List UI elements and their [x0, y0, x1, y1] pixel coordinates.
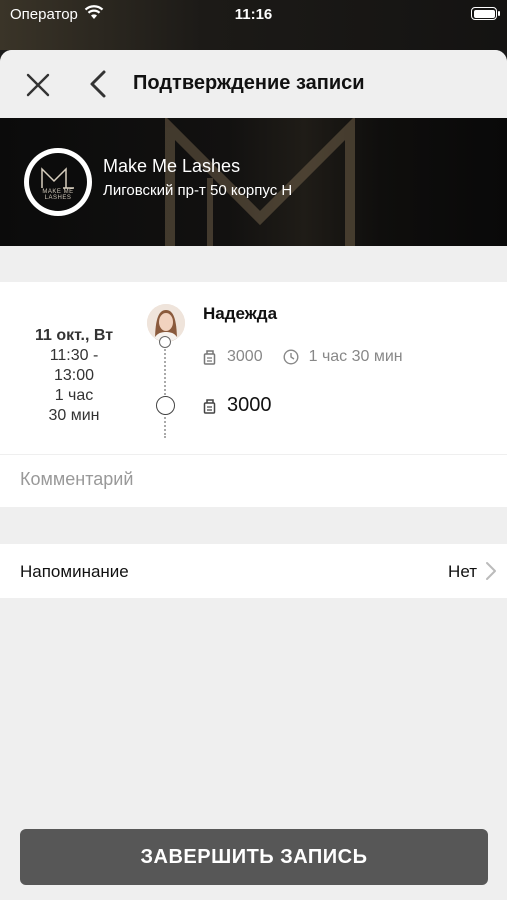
battery-icon — [471, 7, 497, 20]
timeline-line — [164, 342, 166, 438]
appointment-time-range: 11:30 - 13:00 — [49, 347, 99, 384]
studio-address: Лиговский пр-т 50 корпус Н — [103, 182, 293, 199]
comment-input[interactable] — [20, 469, 480, 490]
price-tag-icon — [203, 398, 216, 414]
clock-icon — [283, 349, 299, 365]
total-price-row: 3000 — [203, 394, 272, 417]
appointment-date: 11 окт., Вт — [34, 327, 114, 344]
comment-row — [0, 455, 507, 507]
service-duration: 1 час 30 мин — [308, 348, 403, 365]
page-title: Подтверждение записи — [133, 72, 365, 94]
appointment-date-block: 11 окт., Вт 11:30 - 13:00 1 час 30 мин — [0, 326, 148, 426]
logo-monogram-icon — [41, 167, 74, 189]
studio-logo: MAKE ME LASHES — [24, 148, 92, 216]
status-bar: Оператор 11:16 — [0, 0, 507, 50]
service-meta: 3000 1 час 30 мин — [203, 348, 403, 366]
master-name: Надежда — [203, 304, 278, 323]
close-icon[interactable] — [24, 71, 52, 99]
timeline-end-dot — [156, 396, 175, 415]
clock-time: 11:16 — [234, 6, 273, 23]
studio-banner: MAKE ME LASHES Make Me Lashes Лиговский … — [0, 118, 507, 246]
nav-bar: Подтверждение записи — [0, 50, 507, 118]
timeline-start-dot — [159, 336, 171, 348]
booking-confirmation-sheet: Подтверждение записи MAKE ME LASHES Make… — [0, 50, 507, 900]
total-price: 3000 — [227, 394, 272, 416]
service-price: 3000 — [227, 348, 263, 365]
battery-tip — [498, 11, 500, 16]
reminder-label: Напоминание — [20, 562, 129, 581]
price-tag-icon — [203, 350, 216, 365]
studio-name: Make Me Lashes — [103, 156, 241, 176]
chevron-right-icon — [486, 562, 496, 580]
reminder-row[interactable]: Напоминание Нет — [0, 544, 507, 598]
back-chevron-icon[interactable] — [86, 69, 110, 99]
logo-text: MAKE ME LASHES — [42, 189, 74, 201]
appointment-duration: 1 час 30 мин — [48, 387, 100, 424]
complete-booking-button[interactable]: ЗАВЕРШИТЬ ЗАПИСЬ — [20, 829, 488, 885]
reminder-value: Нет — [448, 562, 477, 581]
appointment-card: 11 окт., Вт 11:30 - 13:00 1 час 30 мин Н… — [0, 282, 507, 454]
